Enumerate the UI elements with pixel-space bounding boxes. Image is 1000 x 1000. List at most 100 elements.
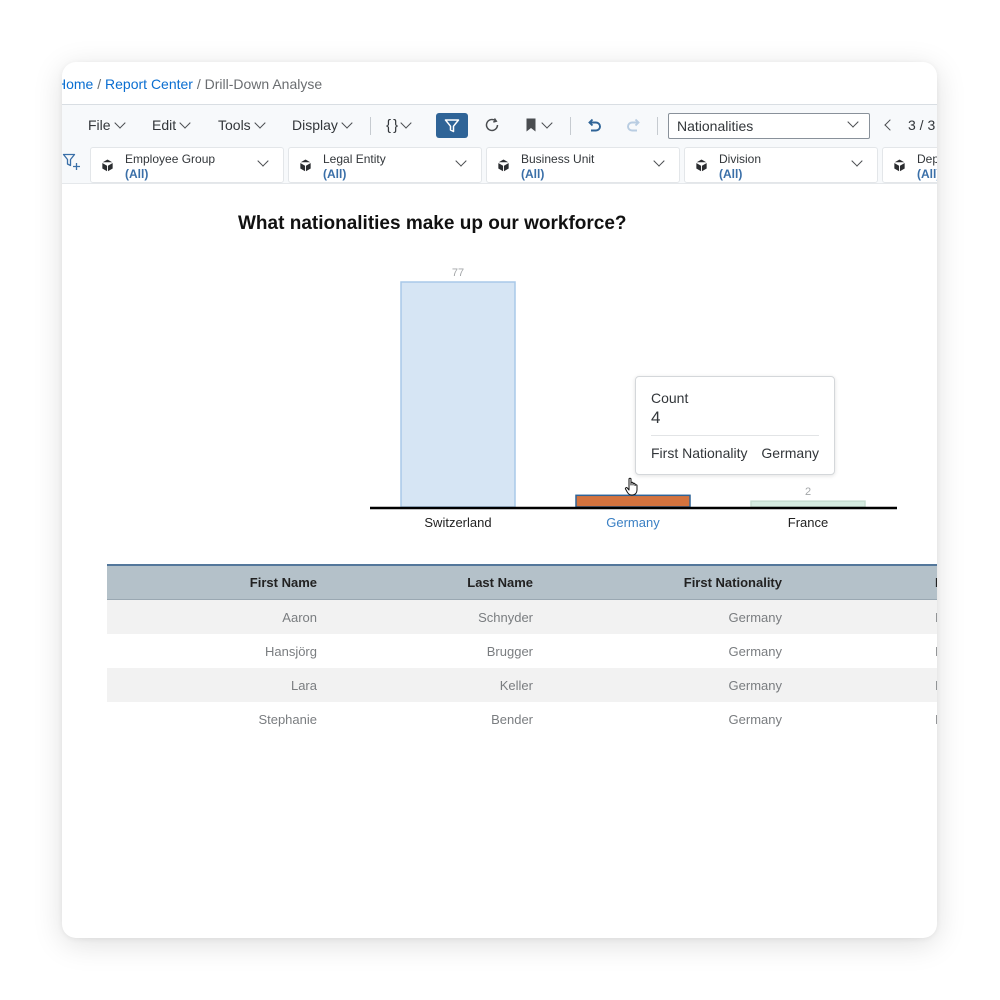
braces-icon: { } bbox=[386, 116, 398, 134]
filter-icon bbox=[444, 118, 460, 132]
undo-icon bbox=[588, 118, 601, 132]
column-header-last-name[interactable]: Last Name bbox=[333, 566, 533, 599]
filter-chip-business-unit[interactable]: Business Unit (All) bbox=[486, 147, 680, 183]
chevron-left-icon[interactable] bbox=[884, 119, 896, 131]
page-navigation: 3 / 3 bbox=[884, 105, 936, 145]
filter-value: (All) bbox=[917, 167, 937, 181]
table-cell: Hansjörg bbox=[264, 643, 317, 659]
page-indicator: 3 / 3 bbox=[908, 117, 936, 133]
chevron-down-icon bbox=[179, 117, 191, 129]
chart-bar-france[interactable] bbox=[750, 500, 866, 508]
dimension-cube-icon bbox=[299, 158, 312, 173]
filter-value: (All) bbox=[521, 167, 545, 181]
chevron-down-icon bbox=[541, 117, 553, 129]
table-cell: Lara bbox=[290, 677, 317, 693]
filter-chip-department[interactable]: Department (All) bbox=[882, 147, 937, 183]
table-row[interactable]: Stephanie Bender Germany I bbox=[107, 702, 937, 736]
table-cell: Germany bbox=[728, 609, 782, 625]
table-cell: I bbox=[935, 711, 937, 727]
table-row[interactable]: Hansjörg Brugger Germany I bbox=[107, 634, 937, 668]
column-header-first-nationality[interactable]: First Nationality bbox=[537, 566, 782, 599]
edit-menu-label: Edit bbox=[152, 117, 177, 133]
breadcrumb-report-center-link[interactable]: Report Center bbox=[105, 76, 193, 92]
column-header-first-name[interactable]: First Name bbox=[107, 566, 317, 599]
display-menu-label: Display bbox=[292, 117, 338, 133]
filter-value: (All) bbox=[323, 167, 347, 181]
chevron-down-icon bbox=[341, 117, 353, 129]
table-cell: I bbox=[935, 677, 937, 693]
dimension-cube-icon bbox=[101, 158, 114, 173]
chart-title: What nationalities make up our workforce… bbox=[238, 213, 627, 234]
filter-label: Division bbox=[719, 152, 762, 166]
table-cell: Bender bbox=[491, 711, 533, 727]
tooltip-dimension-value: Germany bbox=[761, 445, 819, 461]
add-filter-icon bbox=[62, 153, 80, 170]
toolbar-divider bbox=[657, 117, 658, 135]
add-filter-button[interactable] bbox=[62, 152, 82, 177]
chevron-down-icon bbox=[254, 117, 266, 129]
table-cell: I bbox=[935, 643, 937, 659]
file-menu[interactable]: File bbox=[88, 105, 126, 145]
data-label: 77 bbox=[452, 267, 464, 279]
filter-chip-employee-group[interactable]: Employee Group (All) bbox=[90, 147, 284, 183]
table-cell: Stephanie bbox=[258, 711, 317, 727]
table-cell: Keller bbox=[499, 677, 533, 693]
x-axis-tick-label: France bbox=[788, 515, 828, 530]
table-cell: Germany bbox=[728, 643, 782, 659]
tooltip-measure-label: Count bbox=[651, 390, 689, 406]
redo-icon bbox=[627, 118, 640, 132]
filter-label: Employee Group bbox=[125, 152, 216, 166]
table-cell: Germany bbox=[728, 711, 782, 727]
tooltip-measure-value: 4 bbox=[651, 408, 661, 427]
chevron-down-icon bbox=[257, 155, 269, 167]
breadcrumb-home-link[interactable]: Home bbox=[62, 76, 93, 92]
chevron-down-icon bbox=[653, 155, 665, 167]
x-axis-tick-label: Switzerland bbox=[424, 515, 491, 530]
redo-button[interactable] bbox=[625, 105, 643, 145]
table-cell: Brugger bbox=[486, 643, 533, 659]
chart-bar-switzerland[interactable] bbox=[400, 281, 516, 508]
table-row[interactable]: Lara Keller Germany I bbox=[107, 668, 937, 702]
dimension-cube-icon bbox=[893, 158, 906, 173]
filter-chip-division[interactable]: Division (All) bbox=[684, 147, 878, 183]
breadcrumb: Home / Report Center / Drill-Down Analys… bbox=[62, 76, 322, 92]
x-axis-tick-label: Germany bbox=[606, 515, 660, 530]
toolbar-divider bbox=[570, 117, 571, 135]
tools-menu[interactable]: Tools bbox=[218, 105, 266, 145]
filter-chip-legal-entity[interactable]: Legal Entity (All) bbox=[288, 147, 482, 183]
column-header-truncated[interactable]: L bbox=[935, 566, 937, 599]
table-header-row: First Name Last Name First Nationality L bbox=[107, 564, 937, 600]
chart-bar-germany[interactable] bbox=[575, 494, 691, 508]
chevron-down-icon bbox=[847, 116, 859, 128]
filter-toggle-button[interactable] bbox=[436, 113, 468, 138]
formula-menu[interactable]: { } bbox=[386, 105, 412, 145]
table-cell: Schnyder bbox=[478, 609, 533, 625]
breadcrumb-separator: / bbox=[97, 76, 102, 92]
filter-value: (All) bbox=[719, 167, 743, 181]
chart-tooltip: Count 4 First Nationality Germany bbox=[635, 376, 835, 475]
display-menu[interactable]: Display bbox=[292, 105, 353, 145]
table-row[interactable]: Aaron Schnyder Germany I bbox=[107, 600, 937, 634]
chevron-down-icon bbox=[455, 155, 467, 167]
breadcrumb-separator: / bbox=[196, 76, 201, 92]
data-label: 2 bbox=[805, 486, 811, 498]
bookmark-icon bbox=[526, 118, 536, 132]
undo-button[interactable] bbox=[585, 105, 603, 145]
toolbar-divider bbox=[370, 117, 371, 135]
filter-label: Department bbox=[917, 152, 937, 166]
story-page-select-value: Nationalities bbox=[677, 118, 754, 134]
chevron-down-icon bbox=[851, 155, 863, 167]
table-cell: Aaron bbox=[282, 609, 317, 625]
table-cell: I bbox=[935, 609, 937, 625]
table-cell: Germany bbox=[728, 677, 782, 693]
story-page-select[interactable]: Nationalities bbox=[668, 113, 870, 139]
report-window: Home / Report Center / Drill-Down Analys… bbox=[62, 62, 937, 938]
filter-value: (All) bbox=[125, 167, 149, 181]
refresh-button[interactable] bbox=[483, 105, 501, 145]
dimension-cube-icon bbox=[695, 158, 708, 173]
chevron-down-icon bbox=[400, 117, 412, 129]
tooltip-divider bbox=[651, 435, 819, 436]
edit-menu[interactable]: Edit bbox=[152, 105, 191, 145]
bookmark-button[interactable] bbox=[524, 105, 553, 145]
filter-bar: Employee Group (All) Legal Entity (All) … bbox=[62, 144, 937, 184]
